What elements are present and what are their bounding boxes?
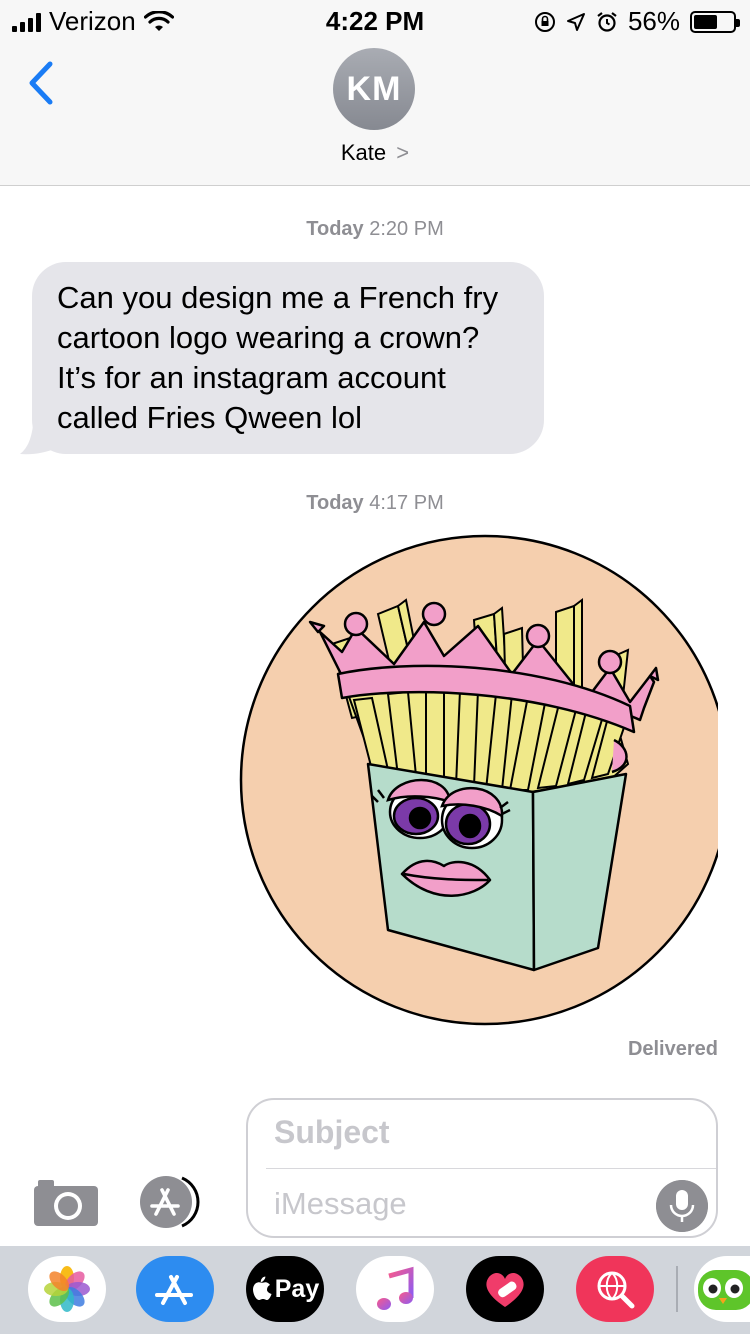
timestamp-2-day: Today xyxy=(306,492,364,514)
conversation-header: KM Kate > xyxy=(0,40,750,186)
imessage-input[interactable]: iMessage xyxy=(274,1186,407,1222)
contact-name: Kate xyxy=(340,140,387,165)
rotation-lock-icon xyxy=(534,11,555,32)
photos-app-icon[interactable] xyxy=(28,1256,106,1322)
contact-chevron-icon: > xyxy=(396,140,410,165)
timestamp-2: Today 4:17 PM xyxy=(0,492,750,515)
compose-divider xyxy=(266,1168,716,1169)
heart-bandage-icon xyxy=(486,1272,524,1307)
music-note-icon xyxy=(377,1266,414,1310)
timestamp-1: Today 2:20 PM xyxy=(0,218,750,241)
fries-queen-logo-image[interactable] xyxy=(238,534,720,1026)
contact-name-button[interactable]: Kate > xyxy=(0,140,750,166)
incoming-message-bubble[interactable]: Can you design me a French fry cartoon l… xyxy=(32,262,544,454)
alarm-icon xyxy=(597,11,617,32)
message-compose-box[interactable]: Subject iMessage xyxy=(246,1098,718,1238)
app-drawer: Pay xyxy=(0,1246,750,1334)
back-chevron-icon[interactable] xyxy=(22,58,62,108)
timestamp-2-time: 4:17 PM xyxy=(369,492,444,514)
photos-flower-icon xyxy=(44,1266,90,1312)
timestamp-1-day: Today xyxy=(306,218,364,240)
app-store-button-icon[interactable] xyxy=(138,1174,212,1230)
apple-pay-icon[interactable]: Pay xyxy=(246,1256,324,1322)
subject-field[interactable]: Subject xyxy=(274,1114,390,1151)
delivered-status: Delivered xyxy=(627,1038,718,1060)
camera-icon[interactable] xyxy=(32,1176,100,1228)
music-app-icon[interactable] xyxy=(356,1256,434,1322)
status-right: 56% xyxy=(534,6,740,37)
microphone-icon[interactable] xyxy=(656,1180,708,1232)
heart-stickers-icon[interactable] xyxy=(466,1256,544,1322)
app-store-icon[interactable] xyxy=(136,1256,214,1322)
duolingo-owl-icon xyxy=(698,1270,750,1310)
contact-avatar[interactable]: KM xyxy=(333,48,415,130)
apple-pay-label: Pay xyxy=(274,1274,320,1303)
location-icon xyxy=(566,12,585,31)
status-bar: Verizon 4:22 PM 56% xyxy=(0,0,750,40)
app-store-a-icon xyxy=(155,1275,193,1305)
battery-icon xyxy=(690,10,740,33)
duolingo-icon[interactable] xyxy=(694,1256,750,1322)
bubble-tail xyxy=(20,408,56,455)
battery-percent: 56% xyxy=(627,6,680,36)
apple-logo-icon xyxy=(252,1276,272,1300)
globe-search-icon xyxy=(597,1271,635,1309)
timestamp-1-time: 2:20 PM xyxy=(369,218,444,240)
web-search-icon[interactable] xyxy=(576,1256,654,1322)
drawer-separator xyxy=(676,1266,678,1312)
